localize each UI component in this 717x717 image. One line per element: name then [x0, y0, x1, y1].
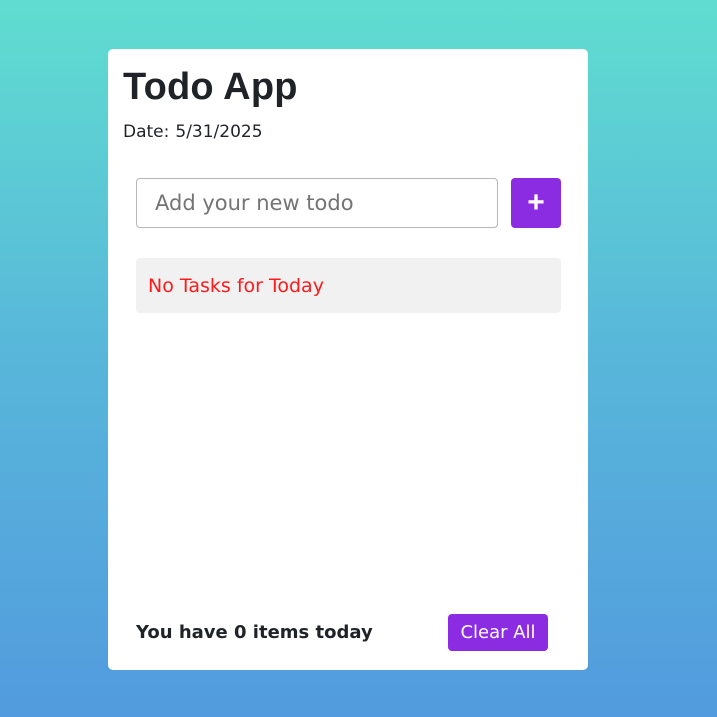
- date-label: Date:: [123, 122, 170, 142]
- items-count-text: You have 0 items today: [136, 622, 373, 643]
- clear-all-button[interactable]: Clear All: [448, 614, 548, 651]
- todo-card: Todo App Date: 5/31/2025 + No Tasks for …: [108, 49, 588, 670]
- page-title: Todo App: [123, 66, 298, 108]
- add-todo-button[interactable]: +: [511, 178, 561, 228]
- empty-tasks-text: No Tasks for Today: [148, 274, 324, 297]
- date-value: 5/31/2025: [175, 122, 263, 142]
- add-todo-row: +: [136, 178, 561, 228]
- date-row: Date: 5/31/2025: [123, 122, 573, 142]
- footer: You have 0 items today Clear All: [136, 614, 548, 651]
- todo-input[interactable]: [136, 178, 498, 228]
- empty-tasks-message: No Tasks for Today: [136, 258, 561, 313]
